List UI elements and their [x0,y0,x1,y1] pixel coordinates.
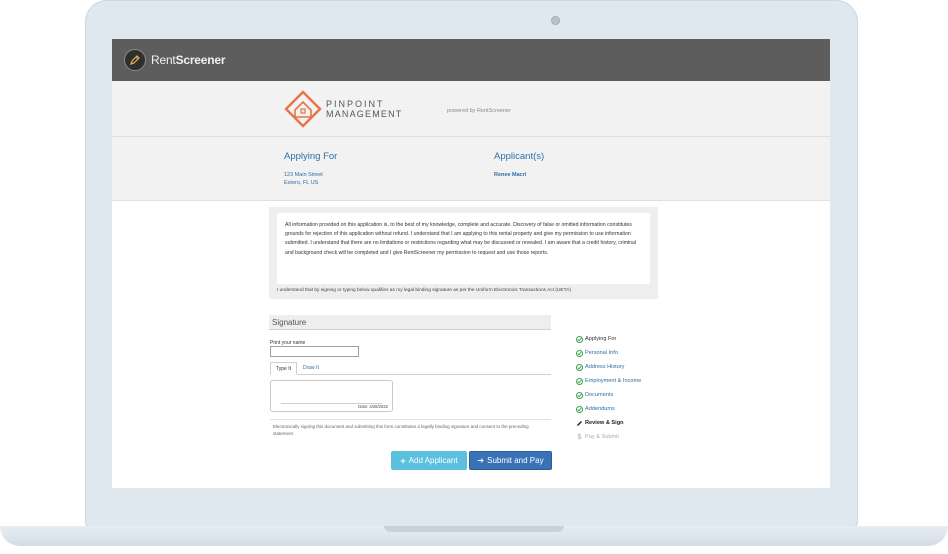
application-summary: Applying For 123 Main Street Estero, FL … [112,137,830,201]
check-circle-icon [576,363,583,371]
brand-name[interactable]: RentScreener [151,53,226,67]
step-label: Personal Info [585,350,618,356]
step-label: Address History [585,364,625,370]
tab-type-it[interactable]: Type It [270,362,298,375]
arrow-right-icon: ➔ [477,456,485,465]
applicants-section: Applicant(s) Renee Macri [494,151,544,179]
signature-heading: Signature [269,315,551,330]
legal-statement: All information provided on this applica… [269,207,658,299]
brand-bold-text: Screener [175,53,226,67]
check-circle-icon [576,391,583,399]
pencil-icon [576,420,583,427]
check-circle-icon [576,405,583,413]
address-line1: 123 Main Street [284,172,323,178]
camera-dot [551,16,560,25]
dollar-icon: $ [577,433,582,441]
ueta-statement: I understand that by signing or typing b… [277,288,572,293]
check-circle-icon [576,377,583,385]
progress-steps: Applying For Personal Info Address Histo… [576,332,641,444]
legal-text: All information provided on this applica… [277,213,650,284]
laptop-notch [384,526,564,532]
step-label: Pay & Submit [585,434,619,440]
step-addendums[interactable]: Addendums [576,402,641,416]
step-label: Applying For [585,336,617,342]
tab-draw-it[interactable]: Draw It [298,362,324,375]
company-header: PINPOINT MANAGEMENT powered by RentScree… [112,81,830,137]
house-logo-icon [284,90,322,128]
step-label: Addendums [585,406,615,412]
signature-pad[interactable]: Date: 4/28/2022 [270,380,393,412]
top-bar: RentScreener [112,39,830,81]
applying-for-section: Applying For 123 Main Street Estero, FL … [284,151,337,187]
step-review-sign[interactable]: Review & Sign [576,416,641,430]
brand-light-text: Rent [151,53,176,67]
powered-by-text: powered by RentScreener [447,108,511,114]
address-line2: Estero, FL US [284,180,319,186]
app-screen: RentScreener PINPOINT MANAGEMENT powered… [112,39,830,488]
signature-disclaimer: Electronically signing this document and… [273,424,529,436]
signature-tabs: Type It Draw It [270,362,551,375]
print-name-input[interactable] [270,346,359,357]
submit-and-pay-button[interactable]: ➔ Submit and Pay [469,451,552,470]
step-pay-submit[interactable]: $ Pay & Submit [576,430,641,444]
step-employment-income[interactable]: Employment & Income [576,374,641,388]
divider [270,419,551,420]
check-circle-icon [576,349,583,357]
property-address: 123 Main Street Estero, FL US [284,171,337,187]
company-name: PINPOINT MANAGEMENT [326,99,403,119]
pencil-icon[interactable] [124,49,146,71]
plus-icon: + [400,455,406,466]
applicants-title: Applicant(s) [494,151,545,162]
applicant-name: Renee Macri [494,172,527,178]
signature-date: Date: 4/28/2022 [358,404,388,409]
step-label: Employment & Income [585,378,642,384]
step-label: Documents [585,392,614,398]
step-documents[interactable]: Documents [576,388,641,402]
add-applicant-label: Add Applicant [408,456,458,465]
company-name-line1: PINPOINT [326,99,385,109]
step-label: Review & Sign [585,420,624,426]
step-applying-for[interactable]: Applying For [576,332,641,346]
add-applicant-button[interactable]: + Add Applicant [391,451,467,470]
submit-and-pay-label: Submit and Pay [487,456,544,465]
check-circle-icon [576,335,583,343]
company-name-line2: MANAGEMENT [326,109,403,119]
step-address-history[interactable]: Address History [576,360,641,374]
applying-for-title: Applying For [284,151,338,162]
step-personal-info[interactable]: Personal Info [576,346,641,360]
